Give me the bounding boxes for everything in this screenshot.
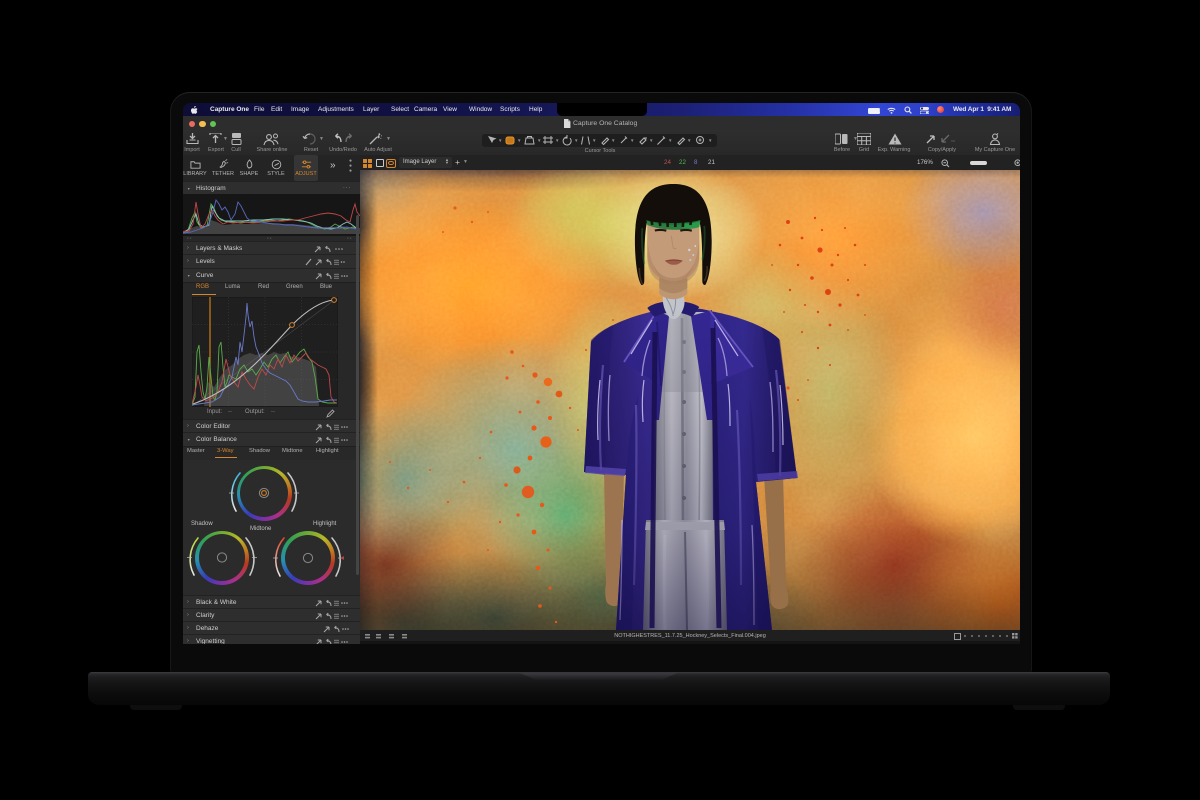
svg-text:▼: ▼ [555, 138, 559, 143]
svg-text:▼: ▼ [537, 138, 541, 143]
svg-text:▼: ▼ [517, 138, 521, 143]
svg-text:▼: ▼ [592, 138, 596, 143]
svg-text:▼: ▼ [708, 138, 712, 143]
svg-text:▼: ▼ [630, 138, 634, 143]
svg-text:▼: ▼ [611, 138, 615, 143]
svg-text:▼: ▼ [687, 138, 691, 143]
svg-text:▼: ▼ [649, 138, 653, 143]
svg-text:▼: ▼ [498, 138, 502, 143]
svg-text:▼: ▼ [574, 138, 578, 143]
svg-text:▼: ▼ [668, 138, 672, 143]
